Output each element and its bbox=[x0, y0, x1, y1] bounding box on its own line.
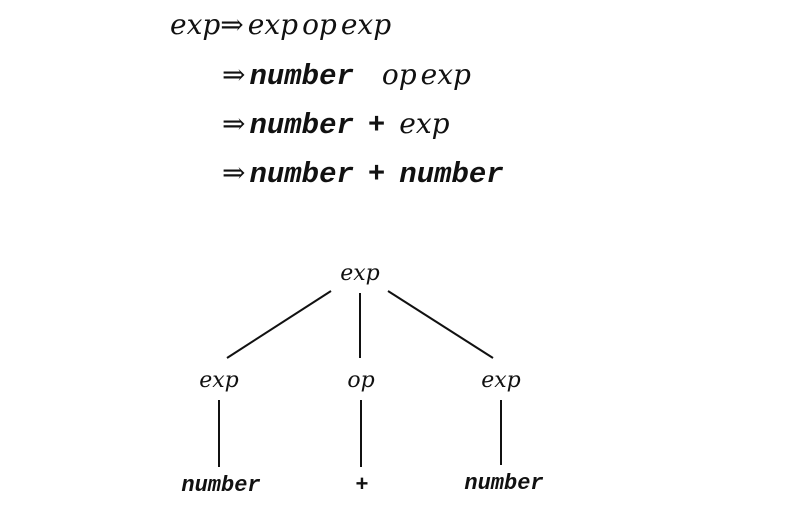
parse-tree: exp exp op exp number + number bbox=[181, 261, 543, 498]
tree-leaf-number-left: number bbox=[181, 473, 260, 498]
tree-leaf-number-right: number bbox=[464, 471, 543, 496]
edge-root-to-exp-right bbox=[387, 290, 494, 359]
tree-root-exp: exp bbox=[340, 261, 380, 286]
tree-node-exp-right: exp bbox=[481, 368, 521, 393]
tree-node-op: op bbox=[347, 368, 374, 393]
tree-leaf-plus: + bbox=[355, 473, 368, 498]
tree-node-exp-left: exp bbox=[199, 368, 239, 393]
edge-root-to-exp-left bbox=[226, 290, 332, 359]
